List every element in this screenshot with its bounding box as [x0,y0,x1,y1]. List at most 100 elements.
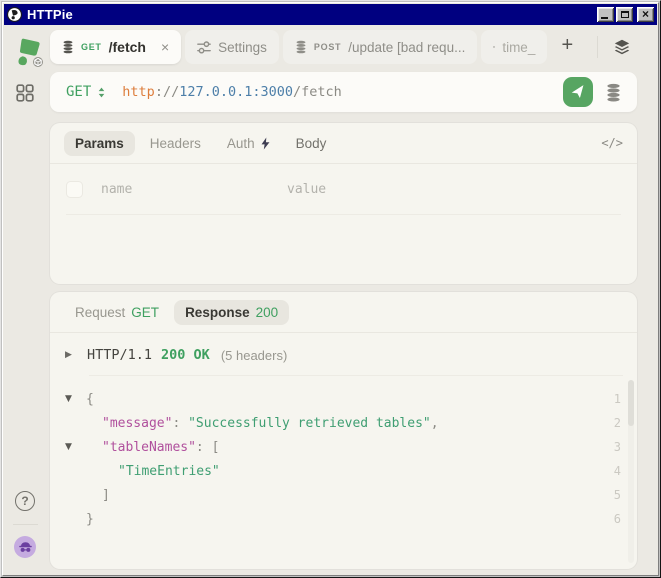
collection-icon [295,40,307,54]
tab-request[interactable]: Request GET [64,300,170,325]
logo-badge-icon [31,55,45,69]
layers-icon[interactable] [607,34,637,60]
bolt-icon [261,137,270,150]
tab-method-label: POST [314,42,341,52]
url-host: 127.0.0.1:3000 [179,84,293,100]
maximize-button[interactable] [616,7,633,22]
tab-title: time_ [502,40,535,55]
collapse-node-icon[interactable]: ▼ [65,442,86,452]
json-line: ▼ "tableNames": [ 3 [65,435,627,459]
param-row [50,164,637,214]
tab-post-update[interactable]: POST /update [bad requ... [283,30,477,64]
tab-get-fetch[interactable]: GET /fetch × [50,30,181,64]
collections-icon[interactable] [606,83,621,102]
auth-label: Auth [227,136,255,151]
tab-body[interactable]: Body [285,131,338,156]
method-selector[interactable]: GET [66,84,105,100]
minimize-icon [601,17,608,19]
incognito-avatar[interactable] [14,536,36,558]
line-number: 3 [614,440,627,454]
request-panel-tabs: Params Headers Auth Body </> [50,123,637,163]
protocol-label: HTTP/1.1 [87,347,152,363]
response-body[interactable]: ▼ { 1 "message": "Successfully retrieved… [50,376,637,569]
left-rail: ? [4,25,46,574]
tab-auth[interactable]: Auth [216,131,281,156]
json-line: "TimeEntries" 4 [65,459,627,483]
response-label: Response [185,305,250,320]
paper-plane-icon [569,83,587,101]
json-line: } 6 [65,507,627,531]
status-code-label: 200 OK [161,347,210,363]
tabbar-right [588,30,637,64]
line-number: 1 [614,392,627,406]
window-controls: × [597,7,654,22]
httpie-logo[interactable] [12,37,42,67]
url-row: GET http://127.0.0.1:3000/fetch [50,72,637,112]
send-button[interactable] [563,77,593,107]
collection-icon [62,40,74,54]
app-window: HTTPie × ? [0,0,661,578]
response-panel-tabs: Request GET Response 200 [50,292,637,332]
tabbar-divider [597,36,598,58]
method-dropdown-icon [98,87,105,98]
window-title: HTTPie [27,7,592,22]
url-separator: :// [155,84,179,100]
line-number: 2 [614,416,627,430]
main-column: GET /fetch × Settings POST /upd [46,25,657,574]
tab-headers[interactable]: Headers [139,131,212,156]
response-status-line[interactable]: ▶ HTTP/1.1 200 OK (5 headers) [50,333,637,375]
close-button[interactable]: × [637,7,654,22]
url-input[interactable]: http://127.0.0.1:3000/fetch [122,84,341,100]
headers-count-label: (5 headers) [221,348,287,363]
url-scheme: http [122,84,155,100]
tab-title: /fetch [109,39,146,55]
settings-sliders-icon [197,41,211,54]
param-name-input[interactable] [99,181,269,198]
tab-bar: GET /fetch × Settings POST /upd [50,30,637,64]
method-value: GET [66,84,91,100]
json-line: "message": "Successfully retrieved table… [65,411,627,435]
param-value-input[interactable] [285,181,621,198]
tab-params[interactable]: Params [64,131,135,156]
scrollbar-thumb[interactable] [628,380,634,426]
param-checkbox[interactable] [66,181,83,198]
line-number: 6 [614,512,627,526]
apps-grid-icon[interactable] [16,84,34,107]
response-status-badge: 200 [256,305,279,320]
minimize-button[interactable] [597,7,614,22]
json-line: ▼ { 1 [65,387,627,411]
param-row-divider [66,214,621,215]
request-method: GET [131,305,159,320]
app-content: ? GET /fetch × [4,25,657,574]
tab-title: /update [bad requ... [348,40,465,55]
collection-icon [493,40,495,54]
response-panel: Request GET Response 200 ▶ HTTP/1.1 200 … [50,292,637,569]
scrollbar[interactable] [628,380,634,563]
close-tab-icon[interactable]: × [161,40,169,54]
httpie-window-icon [7,7,22,22]
tab-response[interactable]: Response 200 [174,300,289,325]
line-number: 4 [614,464,627,478]
window-frame: HTTPie × ? [2,2,659,576]
url-path: /fetch [293,84,342,100]
json-line: ] 5 [65,483,627,507]
url-bar[interactable]: GET http://127.0.0.1:3000/fetch [50,72,637,112]
request-label: Request [75,305,125,320]
code-view-toggle[interactable]: </> [601,136,623,150]
close-icon: × [642,8,649,20]
request-panel: Params Headers Auth Body </> [50,123,637,284]
tab-time[interactable]: time_ [481,30,547,64]
rail-divider [13,524,38,525]
expand-headers-icon[interactable]: ▶ [65,350,78,360]
tab-method-label: GET [81,42,102,52]
line-number: 5 [614,488,627,502]
titlebar: HTTPie × [4,4,657,25]
collapse-node-icon[interactable]: ▼ [65,394,86,404]
new-tab-button[interactable]: + [551,30,583,64]
tab-settings[interactable]: Settings [185,30,279,64]
incognito-icon [18,540,33,555]
help-glyph: ? [21,494,28,508]
help-icon[interactable]: ? [15,491,35,511]
tab-title: Settings [218,40,267,55]
maximize-icon [621,11,629,18]
